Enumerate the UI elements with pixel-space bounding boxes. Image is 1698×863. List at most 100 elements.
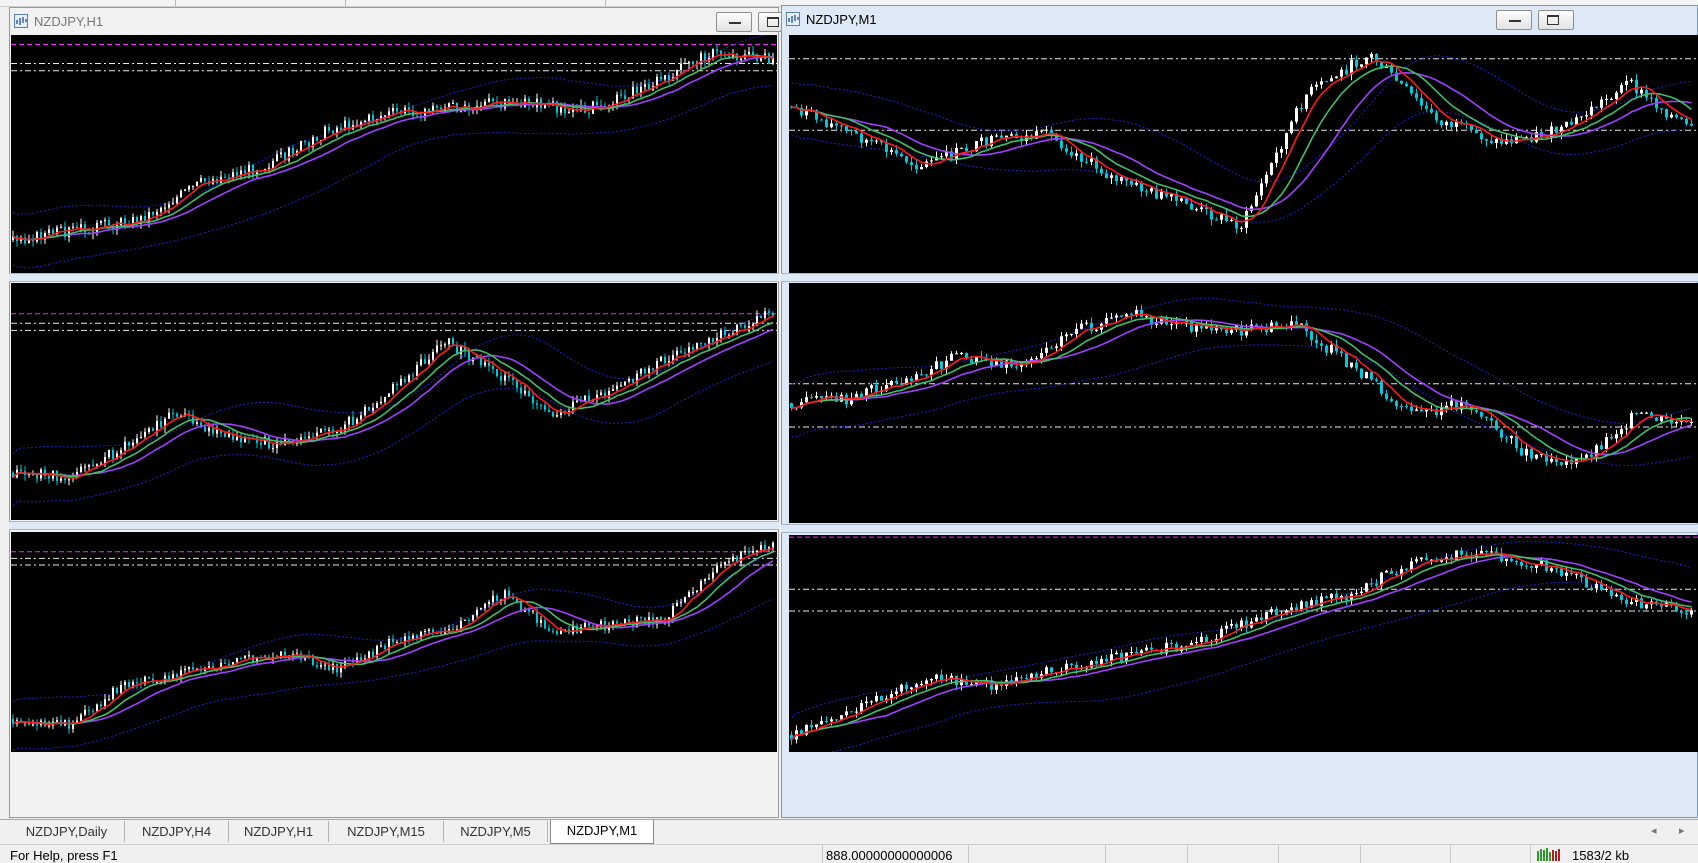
candle <box>890 690 893 704</box>
candle <box>620 89 622 99</box>
candle <box>965 143 968 156</box>
tab-nzdjpy-h4[interactable]: NZDJPY,H4 <box>125 821 229 842</box>
candle <box>716 562 718 574</box>
candle <box>980 134 983 147</box>
candle <box>232 429 234 443</box>
candle <box>1470 406 1473 415</box>
candle <box>1420 92 1423 110</box>
candle <box>1295 105 1298 124</box>
candle <box>920 163 923 170</box>
chart-plot[interactable] <box>789 283 1698 523</box>
candle <box>1575 114 1578 126</box>
candle <box>1270 162 1273 176</box>
window-titlebar[interactable]: NZDJPY,H1 <box>10 8 794 38</box>
candle <box>1445 120 1448 130</box>
candle <box>905 155 908 164</box>
candle <box>668 355 670 367</box>
chart-plot[interactable] <box>11 35 777 273</box>
panel-splitter[interactable] <box>9 521 779 530</box>
candle <box>32 234 34 247</box>
candle <box>16 465 18 479</box>
chart-plot[interactable] <box>789 535 1698 752</box>
chart-plot[interactable] <box>11 283 777 520</box>
candle <box>240 433 242 448</box>
candle <box>1590 584 1593 592</box>
candle <box>172 408 174 420</box>
candle <box>1345 351 1348 368</box>
candle <box>1325 80 1328 83</box>
candle <box>180 665 182 683</box>
candle <box>875 139 878 145</box>
candle <box>1380 378 1383 397</box>
candle <box>1075 323 1078 338</box>
candle <box>352 411 354 426</box>
candle <box>1510 435 1513 444</box>
tab-scroll-left-icon[interactable]: ◂ <box>1651 824 1657 837</box>
candle <box>648 612 650 628</box>
candle <box>1625 423 1628 435</box>
candle <box>192 185 194 190</box>
panel-splitter[interactable] <box>9 273 779 282</box>
candle <box>1100 322 1103 334</box>
candle <box>1625 75 1628 91</box>
candle <box>890 147 893 155</box>
candle <box>764 540 766 551</box>
tab-nzdjpy-m5[interactable]: NZDJPY,M5 <box>444 821 548 842</box>
candle <box>168 408 170 419</box>
candle <box>560 408 562 419</box>
candle <box>312 432 314 438</box>
tab-nzdjpy-m1[interactable]: NZDJPY,M1 <box>550 820 654 844</box>
candle <box>945 356 948 374</box>
candle <box>1535 454 1538 460</box>
window-titlebar[interactable]: NZDJPY,M1 <box>782 6 1697 36</box>
panel-splitter[interactable] <box>781 524 1698 533</box>
minimize-button[interactable] <box>716 12 752 32</box>
candle <box>1490 135 1493 145</box>
candle <box>870 383 873 393</box>
panel-splitter[interactable] <box>781 273 1698 282</box>
candle <box>1535 564 1538 574</box>
candle <box>960 351 963 355</box>
candle <box>1320 77 1323 89</box>
minimize-button[interactable] <box>1496 10 1532 30</box>
chart-plot[interactable] <box>789 35 1698 273</box>
tab-nzdjpy-h1[interactable]: NZDJPY,H1 <box>229 821 329 842</box>
candle <box>720 561 722 568</box>
candle <box>1220 625 1223 643</box>
candle <box>1070 333 1073 337</box>
tab-scroll-right-icon[interactable]: ▸ <box>1679 824 1685 837</box>
tab-nzdjpy-m15[interactable]: NZDJPY,M15 <box>329 821 444 842</box>
candle <box>1090 317 1093 334</box>
candle <box>288 146 290 163</box>
candle <box>316 661 318 669</box>
candle <box>152 426 154 432</box>
candle <box>72 720 74 733</box>
candle <box>1085 156 1088 165</box>
candle <box>1285 132 1288 155</box>
candle <box>1345 593 1348 606</box>
candle <box>504 588 506 605</box>
candle <box>1405 81 1408 87</box>
candle <box>1515 559 1518 566</box>
tab-nzdjpy-daily[interactable]: NZDJPY,Daily <box>9 821 125 842</box>
candle <box>1425 553 1428 561</box>
chart-plot[interactable] <box>11 532 777 752</box>
candle <box>244 655 246 660</box>
candle <box>680 598 682 608</box>
candle <box>372 402 374 414</box>
candle <box>960 147 963 149</box>
candle <box>552 410 554 418</box>
candle <box>1290 603 1293 616</box>
candle <box>1605 94 1608 106</box>
candle <box>1065 144 1068 155</box>
candle <box>1325 344 1328 357</box>
candle <box>540 404 542 410</box>
maximize-button[interactable] <box>1538 10 1574 30</box>
candle <box>60 224 62 229</box>
candle <box>352 657 354 668</box>
ma-mid-line <box>790 553 1692 741</box>
candle <box>764 307 766 321</box>
candle <box>1225 621 1228 634</box>
candle <box>800 398 803 409</box>
candle <box>1050 345 1053 349</box>
